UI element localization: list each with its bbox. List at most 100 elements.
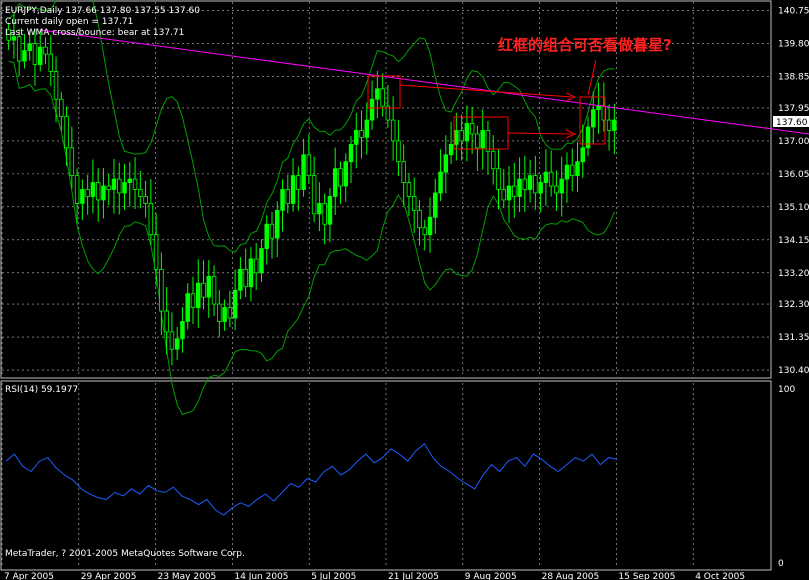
- candle-body: [354, 130, 359, 145]
- candle-body: [217, 303, 222, 322]
- candle-body: [127, 178, 133, 183]
- candle-body: [364, 119, 370, 138]
- y-tick-label: 137.95: [778, 104, 809, 114]
- header-symbol-line: EURJPY,Daily 137.66 137.80 137.55 137.60: [5, 6, 200, 16]
- candle-body: [401, 161, 406, 183]
- y-tick-label: 131.35: [778, 333, 809, 343]
- candle-body: [569, 164, 575, 177]
- candle-body: [317, 202, 322, 215]
- candle-body: [459, 130, 464, 142]
- candle-body: [501, 189, 506, 201]
- candle-body: [222, 307, 227, 322]
- candle-body: [190, 293, 196, 308]
- candle-body: [496, 168, 501, 190]
- trading-chart[interactable]: 140.75 139.80 138.85 137.95 137.00 136.05 135.…: [0, 0, 809, 580]
- x-tick-label: 21 Jul 2005: [388, 572, 439, 580]
- candle-body: [106, 185, 111, 190]
- candle-body: [48, 53, 54, 72]
- y-tick-label: 134.15: [778, 236, 809, 246]
- candle-body: [280, 189, 285, 211]
- candle-body: [490, 150, 496, 170]
- candle-body: [575, 161, 580, 177]
- current-price-tag: 137.60: [773, 116, 809, 128]
- candle-body: [359, 130, 364, 138]
- candle-body: [343, 161, 348, 187]
- candle-body: [243, 268, 248, 288]
- candle-body: [59, 98, 64, 117]
- candle-body: [422, 227, 427, 236]
- y-tick-label: 139.80: [778, 40, 809, 50]
- candle-body: [596, 105, 601, 111]
- candle-body: [264, 223, 269, 249]
- candle-body: [69, 147, 75, 177]
- candle-body: [95, 182, 101, 201]
- header-wma-line: Last WMA cross/bounce: bear at 137.71: [5, 28, 184, 38]
- candle-body: [148, 202, 154, 236]
- candle-body: [306, 154, 312, 177]
- rsi-tick-label: 100: [778, 385, 795, 395]
- y-tick-label: 135.10: [778, 203, 809, 213]
- candle-body: [232, 289, 238, 319]
- candle-body: [117, 178, 122, 194]
- annotation-text: 红框的组合可否看做暮星?: [498, 36, 672, 54]
- candle-body: [612, 119, 617, 131]
- candle-body: [338, 168, 343, 187]
- candle-body: [311, 175, 317, 215]
- candle-body: [564, 164, 570, 180]
- candle-body: [538, 182, 543, 194]
- current-price-label: 137.60: [776, 118, 808, 128]
- candle-body: [53, 71, 59, 100]
- candle-body: [506, 185, 512, 201]
- candle-body: [16, 36, 22, 62]
- candle-body: [322, 202, 327, 225]
- candle-body: [169, 331, 175, 350]
- candle-body: [527, 175, 533, 190]
- candle-body: [438, 171, 443, 194]
- candle-body: [585, 126, 591, 149]
- rsi-title: RSI(14) 59.1977: [5, 385, 78, 395]
- candle-body: [122, 182, 127, 194]
- candle-body: [411, 196, 417, 211]
- candle-body: [248, 258, 254, 288]
- x-tick-label: 4 Oct 2005: [695, 572, 745, 580]
- candle-body: [32, 43, 38, 65]
- candle-body: [485, 130, 491, 152]
- candle-body: [101, 185, 106, 201]
- rsi-tick-label: 0: [778, 559, 784, 569]
- candle-body: [269, 223, 275, 239]
- candle-body: [253, 258, 259, 274]
- header-open-line: Current daily open = 137.71: [5, 17, 133, 27]
- candle-body: [138, 189, 143, 197]
- candle-body: [396, 140, 401, 163]
- candle-body: [543, 171, 549, 183]
- candle-body: [74, 175, 80, 204]
- candle-body: [591, 109, 596, 128]
- x-tick-label: 9 Aug 2005: [465, 572, 517, 580]
- candle-body: [348, 143, 354, 163]
- candle-body: [159, 268, 164, 312]
- candle-body: [512, 185, 517, 197]
- candle-body: [80, 189, 85, 204]
- candle-body: [469, 123, 475, 135]
- candle-body: [196, 282, 201, 308]
- candle-body: [522, 178, 528, 190]
- y-tick-label: 138.85: [778, 73, 809, 83]
- candle-body: [64, 116, 69, 149]
- candle-body: [332, 168, 338, 197]
- candle-body: [475, 133, 480, 149]
- x-tick-label: 15 Sep 2005: [618, 572, 675, 580]
- x-tick-label: 5 Jul 2005: [311, 572, 356, 580]
- candle-body: [448, 143, 454, 156]
- candle-body: [22, 50, 27, 62]
- y-tick-label: 130.40: [778, 366, 809, 376]
- candle-body: [285, 189, 291, 204]
- candle-body: [132, 178, 138, 190]
- y-tick-label: 140.75: [778, 7, 809, 17]
- candle-body: [211, 275, 217, 305]
- x-tick-label: 7 Apr 2005: [4, 572, 54, 580]
- y-tick-label: 137.00: [778, 137, 809, 147]
- candle-body: [533, 175, 538, 194]
- candle-body: [201, 282, 206, 298]
- candle-body: [580, 147, 586, 163]
- candle-body: [554, 185, 559, 194]
